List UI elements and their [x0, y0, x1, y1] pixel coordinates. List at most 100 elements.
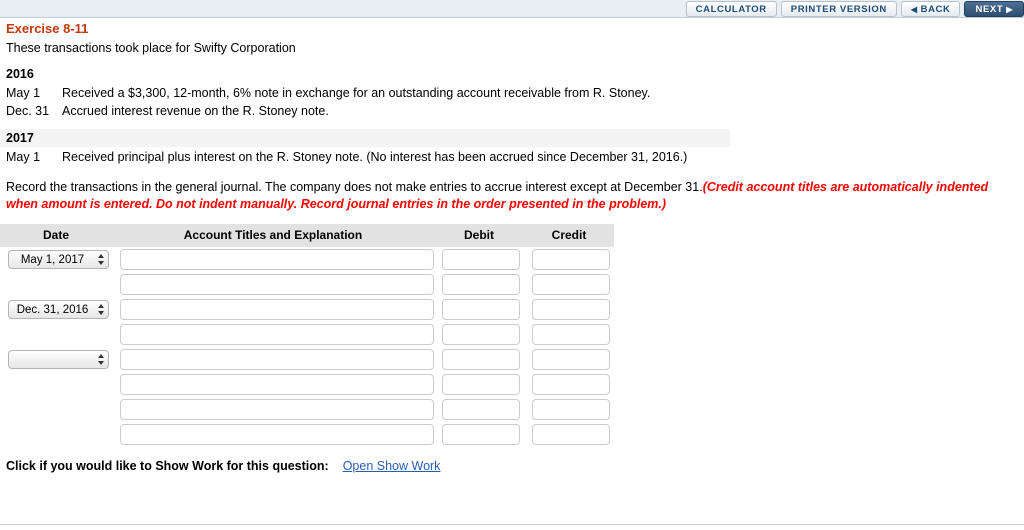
account-title-input[interactable] [120, 299, 434, 320]
date-select-value: Dec. 31, 2016 [9, 304, 94, 316]
year-block: 2016 May 1 Received a $3,300, 12-month, … [0, 65, 1024, 119]
transaction-description: Accrued interest revenue on the R. Stone… [62, 104, 1024, 118]
transaction-date: Dec. 31 [6, 104, 62, 118]
page-title: Exercise 8-11 [0, 19, 1024, 36]
next-button[interactable]: NEXT ▶ [964, 1, 1024, 17]
exercise-intro-text: These transactions took place for Swifty… [0, 36, 1024, 55]
credit-cell [524, 347, 614, 372]
debit-cell [434, 272, 524, 297]
account-cell [112, 372, 434, 397]
debit-input[interactable] [442, 349, 520, 370]
bottom-divider [0, 524, 1024, 525]
instructions-main-text: Record the transactions in the general j… [6, 180, 703, 194]
credit-input[interactable] [532, 424, 610, 445]
updown-arrows-icon [94, 303, 108, 316]
table-row [0, 347, 614, 372]
show-work-label: Click if you would like to Show Work for… [6, 459, 329, 473]
journal-entry-rows: May 1, 2017 [0, 247, 614, 447]
debit-input[interactable] [442, 424, 520, 445]
date-cell [0, 397, 112, 422]
debit-cell [434, 297, 524, 322]
year-block: 2017 May 1 Received principal plus inter… [0, 129, 1024, 165]
account-title-input[interactable] [120, 374, 434, 395]
date-cell [0, 322, 112, 347]
account-cell [112, 272, 434, 297]
date-cell [0, 347, 112, 372]
column-header-date: Date [0, 224, 112, 247]
credit-cell [524, 247, 614, 272]
printer-version-button[interactable]: PRINTER VERSION [781, 1, 897, 17]
credit-input[interactable] [532, 349, 610, 370]
account-cell [112, 397, 434, 422]
account-title-input[interactable] [120, 324, 434, 345]
credit-input[interactable] [532, 299, 610, 320]
table-row [0, 322, 614, 347]
debit-cell [434, 322, 524, 347]
transaction-date: May 1 [6, 150, 62, 164]
debit-cell [434, 397, 524, 422]
credit-cell [524, 372, 614, 397]
transaction-description: Received principal plus interest on the … [62, 150, 1024, 164]
account-cell [112, 422, 434, 447]
transaction-year-list: 2016 May 1 Received a $3,300, 12-month, … [0, 65, 1024, 165]
transaction-description: Received a $3,300, 12-month, 6% note in … [62, 86, 1024, 100]
table-row [0, 272, 614, 297]
debit-input[interactable] [442, 249, 520, 270]
updown-arrows-icon [94, 253, 108, 266]
debit-cell [434, 422, 524, 447]
table-row: May 1, 2017 [0, 247, 614, 272]
debit-cell [434, 247, 524, 272]
debit-cell [434, 347, 524, 372]
date-cell [0, 272, 112, 297]
account-cell [112, 322, 434, 347]
general-journal-table: Date Account Titles and Explanation Debi… [0, 224, 614, 447]
debit-cell [434, 372, 524, 397]
credit-cell [524, 322, 614, 347]
credit-input[interactable] [532, 274, 610, 295]
account-title-input[interactable] [120, 274, 434, 295]
credit-cell [524, 272, 614, 297]
account-title-input[interactable] [120, 249, 434, 270]
date-cell [0, 422, 112, 447]
table-header-row: Date Account Titles and Explanation Debi… [0, 224, 614, 247]
date-select[interactable]: May 1, 2017 [8, 250, 109, 269]
transaction-date: May 1 [6, 86, 62, 100]
instructions-paragraph: Record the transactions in the general j… [0, 179, 1024, 212]
debit-input[interactable] [442, 274, 520, 295]
credit-input[interactable] [532, 249, 610, 270]
credit-input[interactable] [532, 374, 610, 395]
calculator-button[interactable]: CALCULATOR [686, 1, 777, 17]
account-title-input[interactable] [120, 424, 434, 445]
table-row [0, 422, 614, 447]
credit-input[interactable] [532, 324, 610, 345]
credit-input[interactable] [532, 399, 610, 420]
account-title-input[interactable] [120, 349, 434, 370]
debit-input[interactable] [442, 299, 520, 320]
table-row [0, 397, 614, 422]
date-select[interactable] [8, 350, 109, 369]
date-select[interactable]: Dec. 31, 2016 [8, 300, 109, 319]
transaction-row: May 1 Received principal plus interest o… [0, 147, 1024, 165]
date-select-value: May 1, 2017 [9, 254, 94, 266]
transaction-row: Dec. 31 Accrued interest revenue on the … [0, 101, 1024, 119]
table-row [0, 372, 614, 397]
toolbar-button-group: CALCULATOR PRINTER VERSION ◀ BACK NEXT ▶ [686, 0, 1024, 18]
debit-input[interactable] [442, 324, 520, 345]
show-work-footer: Click if you would like to Show Work for… [0, 459, 1024, 473]
year-label: 2017 [0, 129, 730, 147]
date-cell [0, 372, 112, 397]
date-cell: May 1, 2017 [0, 247, 112, 272]
back-button[interactable]: ◀ BACK [901, 1, 961, 17]
table-row: Dec. 31, 2016 [0, 297, 614, 322]
account-cell [112, 297, 434, 322]
debit-input[interactable] [442, 374, 520, 395]
column-header-account: Account Titles and Explanation [112, 224, 434, 247]
debit-input[interactable] [442, 399, 520, 420]
next-button-label: NEXT [975, 4, 1003, 15]
open-show-work-link[interactable]: Open Show Work [343, 459, 441, 473]
right-arrow-icon: ▶ [1006, 5, 1013, 14]
printer-version-button-label: PRINTER VERSION [791, 4, 887, 15]
left-arrow-icon: ◀ [911, 5, 918, 14]
account-title-input[interactable] [120, 399, 434, 420]
column-header-credit: Credit [524, 224, 614, 247]
